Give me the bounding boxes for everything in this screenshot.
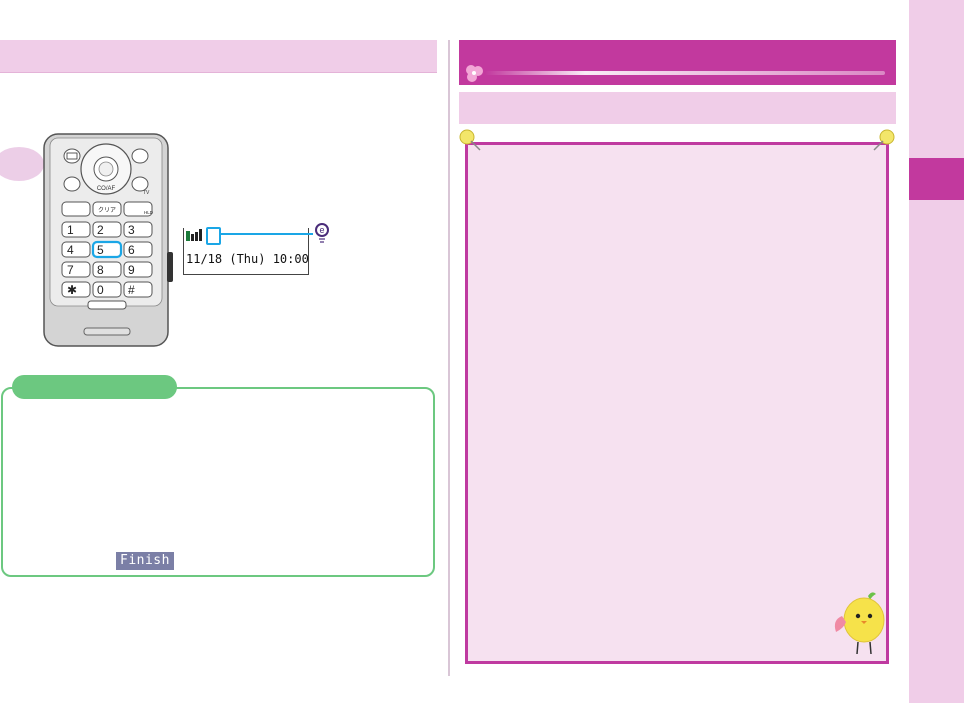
- svg-text:3: 3: [128, 223, 135, 237]
- finish-key-badge: Finish: [116, 552, 174, 570]
- svg-text:7: 7: [67, 263, 74, 277]
- pushpin-icon: [873, 129, 895, 151]
- svg-text:✱: ✱: [67, 283, 77, 297]
- svg-text:クリア: クリア: [98, 207, 116, 214]
- svg-text:e: e: [319, 225, 324, 235]
- edge-index-tab-active[interactable]: [909, 158, 964, 200]
- svg-text:1: 1: [67, 223, 74, 237]
- chick-mascot-icon: [834, 592, 885, 655]
- note-box: [1, 387, 435, 577]
- right-section-header: [459, 40, 896, 85]
- svg-text:2: 2: [97, 223, 104, 237]
- signal-strength-icon: [186, 229, 202, 241]
- pushpin-icon: [459, 129, 481, 151]
- header-swoosh: [485, 71, 885, 75]
- left-section-header: [0, 40, 437, 73]
- center-key-label: CO/AF: [97, 186, 116, 192]
- note-tab: [12, 375, 177, 399]
- standby-datetime: 11/18 (Thu) 10:00: [186, 252, 309, 266]
- svg-text:5: 5: [97, 243, 104, 257]
- phone-illustration: CO/AF TV クリア HLD 1 2 3 4 5 6 7 8 9 ✱ 0 #: [43, 133, 173, 347]
- svg-text:6: 6: [128, 243, 135, 257]
- svg-text:9: 9: [128, 263, 135, 277]
- svg-text:8: 8: [97, 263, 104, 277]
- e-indicator-icon: e: [315, 223, 329, 243]
- svg-text:4: 4: [67, 243, 74, 257]
- svg-text:TV: TV: [143, 190, 150, 196]
- svg-text:HLD: HLD: [144, 210, 154, 215]
- highlighted-indicator: [206, 227, 221, 245]
- right-subheader: [459, 92, 896, 124]
- clover-icon: [466, 65, 483, 82]
- step-marker: [0, 147, 44, 181]
- edge-index-strip: [909, 0, 964, 703]
- svg-text:0: 0: [97, 283, 104, 297]
- callout-line: [217, 233, 313, 235]
- svg-text:#: #: [128, 283, 135, 297]
- tip-panel: [465, 142, 889, 664]
- column-divider: [448, 40, 450, 676]
